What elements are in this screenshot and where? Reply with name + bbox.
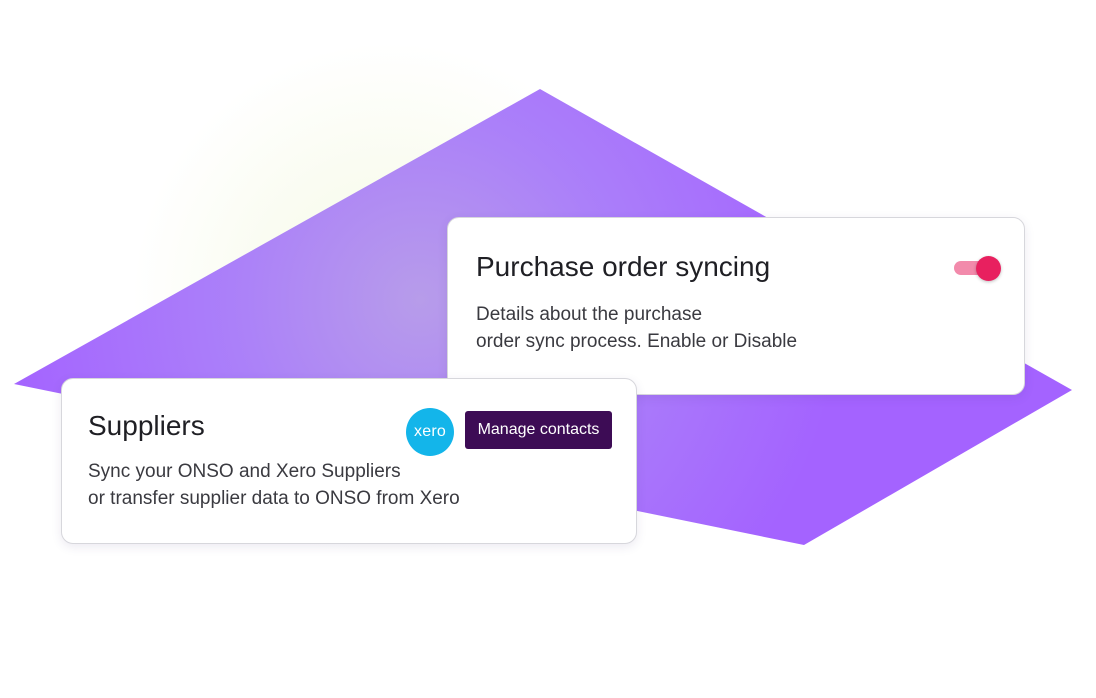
suppliers-description-line2: or transfer supplier data to ONSO from X… (88, 488, 460, 509)
xero-logo-icon: xero (406, 408, 454, 456)
toggle-thumb (976, 256, 1001, 281)
suppliers-description: Sync your ONSO and Xero Suppliers or tra… (88, 458, 460, 512)
purchase-order-description: Details about the purchase order sync pr… (476, 301, 797, 355)
purchase-order-sync-toggle[interactable] (954, 256, 1001, 281)
manage-contacts-button[interactable]: Manage contacts (465, 411, 612, 449)
suppliers-card: Suppliers xero Manage contacts Sync your… (61, 378, 637, 544)
purchase-order-title: Purchase order syncing (476, 251, 771, 282)
purchase-order-description-line1: Details about the purchase (476, 304, 703, 325)
suppliers-description-line1: Sync your ONSO and Xero Suppliers (88, 461, 401, 482)
purchase-order-description-line2: order sync process. Enable or Disable (476, 331, 798, 352)
xero-logo-text: xero (414, 423, 446, 440)
purchase-order-syncing-card: Purchase order syncing Details about the… (447, 217, 1025, 395)
suppliers-title: Suppliers (88, 410, 205, 441)
